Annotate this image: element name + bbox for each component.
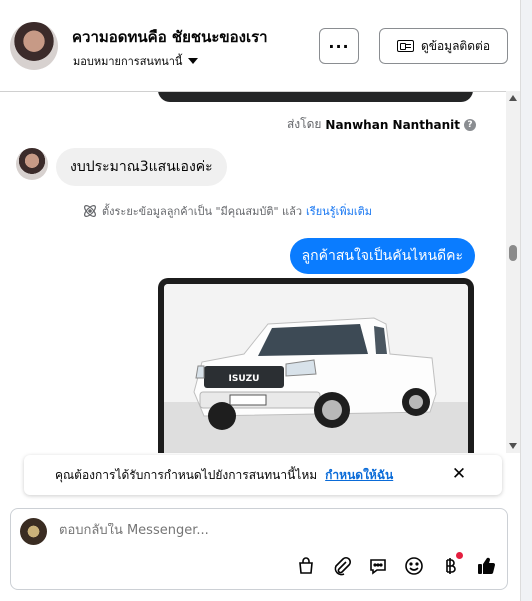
more-options-button[interactable]: ··· — [319, 28, 359, 64]
photo-frame: ISUZU — [164, 284, 468, 453]
close-icon[interactable]: ✕ — [451, 466, 467, 483]
incoming-message: งบประมาณ3แสนเองค่ะ — [56, 148, 227, 186]
page-avatar — [20, 518, 47, 545]
sender-name: Nanwhan Nanthanit — [325, 117, 460, 132]
learn-more-link[interactable]: เรียนรู้เพิ่มเติม — [306, 202, 372, 220]
contact-avatar[interactable] — [10, 22, 58, 70]
assign-conversation-dropdown[interactable]: มอบหมายการสนทนานี้ — [73, 52, 199, 70]
emoji-icon[interactable] — [403, 555, 425, 577]
attachment-icon[interactable] — [331, 555, 353, 577]
scroll-down-arrow-icon[interactable] — [509, 443, 517, 449]
assign-prompt-text: คุณต้องการได้รับการกำหนดไปยังการสนทนานี้… — [55, 467, 318, 482]
message-composer — [10, 508, 508, 590]
contact-card-icon — [396, 40, 414, 52]
sent-by-prefix: ส่งโดย — [286, 117, 322, 131]
sent-by-note: ส่งโดย Nanwhan Nanthanit ? — [287, 115, 476, 134]
contact-name: ความอดทนคือ ชัยชนะของเรา — [72, 28, 268, 46]
truck-brand-text: ISUZU — [229, 374, 260, 384]
system-note-text: ตั้งระยะข้อมูลลูกค้าเป็น "มีคุณสมบัติ" แ… — [102, 205, 303, 218]
help-icon[interactable]: ? — [464, 118, 476, 131]
pickup-truck-image: ISUZU — [164, 284, 468, 453]
view-contact-info-button[interactable]: ดูข้อมูลติดต่อ — [379, 28, 508, 64]
vehicle-photo[interactable]: ISUZU — [158, 278, 474, 453]
reply-input[interactable] — [59, 523, 359, 538]
message-avatar — [16, 148, 48, 180]
view-contact-info-label: ดูข้อมูลติดต่อ — [420, 38, 491, 53]
outgoing-message: ลูกค้าสนใจเป็นคันไหนดีคะ — [289, 238, 475, 274]
baht-icon[interactable] — [439, 552, 463, 577]
saved-reply-icon[interactable] — [367, 555, 389, 577]
conversation-header: ความอดทนคือ ชัยชนะของเรา มอบหมายการสนทนา… — [0, 0, 532, 91]
composer-toolbar — [295, 552, 497, 577]
atom-icon — [84, 205, 96, 217]
page-scrollbar[interactable] — [520, 0, 532, 601]
previous-message-bubble — [158, 92, 473, 102]
assign-label: มอบหมายการสนทนานี้ — [73, 55, 183, 68]
message-thread[interactable]: ส่งโดย Nanwhan Nanthanit ? งบประมาณ3แสนเ… — [0, 91, 520, 453]
system-note: ตั้งระยะข้อมูลลูกค้าเป็น "มีคุณสมบัติ" แ… — [82, 202, 372, 220]
thread-scrollbar[interactable] — [506, 91, 520, 453]
bag-icon[interactable] — [295, 555, 317, 577]
scroll-up-arrow-icon[interactable] — [509, 95, 517, 101]
assign-to-me-link[interactable]: กำหนดให้ฉัน — [325, 466, 393, 485]
notification-dot — [456, 552, 463, 559]
scroll-thumb[interactable] — [509, 245, 517, 261]
assign-prompt-banner: คุณต้องการได้รับการกำหนดไปยังการสนทนานี้… — [24, 455, 502, 495]
chevron-down-icon — [188, 58, 199, 64]
like-icon[interactable] — [475, 555, 497, 577]
